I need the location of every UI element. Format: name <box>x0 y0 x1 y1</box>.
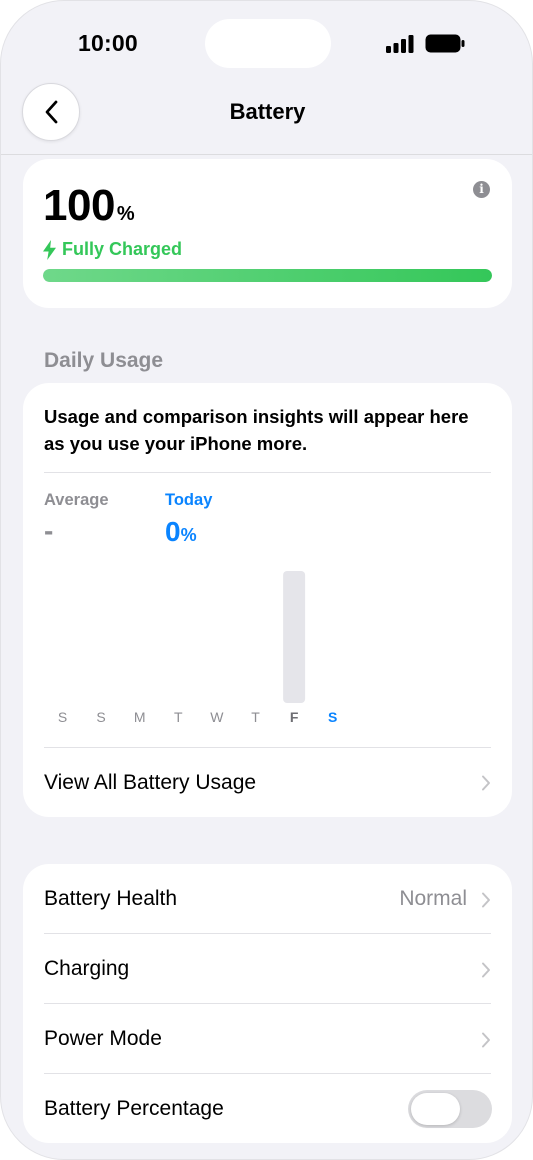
chevron-right-icon[interactable] <box>481 962 491 978</box>
day-label: S <box>58 709 67 725</box>
day-label: F <box>290 709 299 725</box>
divider <box>44 1003 491 1004</box>
daily-usage-chart: SSMTWTFS <box>58 571 337 725</box>
nav-divider <box>1 154 532 155</box>
lightning-bolt-icon <box>43 239 56 260</box>
day-label: T <box>174 709 183 725</box>
view-all-battery-usage-row[interactable]: View All Battery Usage <box>44 771 256 795</box>
charging-row[interactable]: Charging <box>44 957 129 981</box>
chevron-right-icon[interactable] <box>481 775 491 791</box>
today-value-unit: % <box>180 525 197 545</box>
daily-usage-card: Usage and comparison insights will appea… <box>23 383 512 817</box>
charging-label: Charging <box>44 957 130 980</box>
charge-status-text: Fully Charged <box>62 239 183 259</box>
battery-percentage-toggle[interactable] <box>408 1090 492 1128</box>
average-value: - <box>44 515 54 546</box>
power-mode-row[interactable]: Power Mode <box>44 1027 162 1051</box>
phone-screen: 10:00 Battery 100% i Fully Charged Daily… <box>0 0 533 1160</box>
status-time: 10:00 <box>78 30 138 56</box>
day-label: T <box>251 709 260 725</box>
today-value: 0% <box>165 516 197 548</box>
battery-percentage-row: Battery Percentage <box>44 1097 224 1121</box>
battery-health-row[interactable]: Battery Health <box>44 887 177 911</box>
today-label: Today <box>165 491 213 509</box>
battery-level: 100% <box>43 181 135 231</box>
battery-full-icon <box>425 34 465 53</box>
usage-bar <box>283 571 306 703</box>
battery-health-label: Battery Health <box>44 887 178 910</box>
divider <box>44 933 491 934</box>
charge-status: Fully Charged <box>43 239 182 260</box>
charge-progress-fill <box>43 269 492 282</box>
chevron-right-icon[interactable] <box>481 1032 491 1048</box>
charge-progress-bar <box>43 269 492 282</box>
average-label: Average <box>44 491 109 509</box>
battery-percentage-label: Battery Percentage <box>44 1097 224 1120</box>
divider <box>44 472 491 473</box>
info-icon[interactable]: i <box>473 181 490 198</box>
day-label: S <box>328 709 337 725</box>
dynamic-island <box>205 19 331 68</box>
battery-level-card: 100% i Fully Charged <box>23 159 512 308</box>
divider <box>44 747 491 748</box>
view-all-battery-usage-label: View All Battery Usage <box>44 771 257 794</box>
usage-insights-note: Usage and comparison insights will appea… <box>44 406 469 454</box>
day-label: M <box>134 709 146 725</box>
cellular-signal-icon <box>386 35 414 53</box>
daily-usage-header: Daily Usage <box>44 349 164 372</box>
page-title: Battery <box>229 99 306 124</box>
battery-level-unit: % <box>116 203 135 225</box>
battery-level-number: 100 <box>43 181 115 230</box>
today-value-number: 0 <box>165 516 181 547</box>
toggle-knob <box>411 1093 460 1125</box>
day-label: W <box>210 709 224 725</box>
chevron-right-icon[interactable] <box>481 892 491 908</box>
divider <box>44 1073 491 1074</box>
day-label: S <box>96 709 105 725</box>
power-mode-label: Power Mode <box>44 1027 162 1050</box>
battery-settings-card: Battery Health Normal Charging Power Mod… <box>23 864 512 1143</box>
battery-health-value: Normal <box>399 887 467 910</box>
